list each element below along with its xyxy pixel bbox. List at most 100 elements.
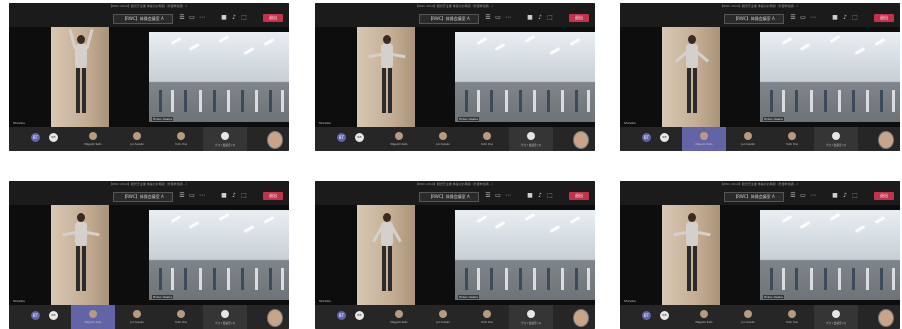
leave-button[interactable]: 退出 — [874, 192, 894, 200]
chat-icon[interactable]: ▭ — [189, 15, 195, 21]
participant-tile[interactable]: Yumi Ono — [465, 305, 509, 329]
guest-avatar[interactable]: RB — [355, 311, 364, 320]
participant-tile[interactable]: ゲスト会議室 (1) — [509, 127, 553, 151]
participant-tile[interactable]: Megumi Sato — [682, 305, 726, 329]
more-icon[interactable]: ⋯ — [199, 15, 205, 21]
participant-tile[interactable]: ゲスト会議室 (1) — [203, 127, 247, 151]
room-name-label: Hideo Osaka — [458, 117, 479, 121]
participant-tile[interactable]: Megumi Sato — [682, 127, 726, 151]
meeting-name-box[interactable]: 【RWC】体操会議室 A — [113, 14, 173, 24]
camera-icon[interactable]: ■ — [832, 15, 838, 21]
leave-button[interactable]: 退出 — [569, 14, 589, 22]
camera-icon[interactable]: ■ — [221, 15, 227, 21]
participant-tile[interactable]: ゲスト会議室 (1) — [814, 305, 858, 329]
avatar — [89, 132, 97, 140]
self-avatar[interactable]: BT — [642, 133, 651, 142]
self-avatar[interactable]: BT — [337, 133, 346, 142]
meeting-name-box[interactable]: 【RWC】体操会議室 A — [419, 14, 479, 24]
avatar — [133, 310, 141, 318]
participant-tile[interactable]: Yumi Ono — [770, 127, 814, 151]
participant-tile[interactable]: Megumi Sato — [71, 127, 115, 151]
guest-avatar[interactable]: RB — [49, 133, 58, 142]
self-avatar[interactable]: BT — [31, 133, 40, 142]
more-icon[interactable]: ⋯ — [810, 15, 816, 21]
self-video-thumbnail[interactable] — [267, 131, 283, 149]
camera-icon[interactable]: ■ — [832, 193, 838, 199]
people-icon[interactable]: ☰ — [790, 15, 796, 21]
participant-name: ゲスト会議室 (1) — [214, 322, 236, 325]
share-icon[interactable]: ⬚ — [547, 193, 553, 199]
meeting-name-box[interactable]: 【RWC】体操会議室 A — [419, 192, 479, 202]
participant-tile[interactable]: Jun Suzuki — [726, 305, 770, 329]
camera-icon[interactable]: ■ — [527, 193, 533, 199]
participant-tile[interactable]: Megumi Sato — [377, 127, 421, 151]
participant-tile[interactable]: Jun Suzuki — [726, 127, 770, 151]
chat-icon[interactable]: ▭ — [800, 193, 806, 199]
participant-tile[interactable]: Jun Suzuki — [421, 127, 465, 151]
guest-avatar[interactable]: RB — [49, 311, 58, 320]
leave-button[interactable]: 退出 — [874, 14, 894, 22]
mic-icon[interactable]: ♪ — [842, 193, 848, 199]
mic-icon[interactable]: ♪ — [231, 193, 237, 199]
people-icon[interactable]: ☰ — [790, 193, 796, 199]
mic-icon[interactable]: ♪ — [231, 15, 237, 21]
meeting-name-box[interactable]: 【RWC】体操会議室 A — [113, 192, 173, 202]
people-icon[interactable]: ☰ — [179, 193, 185, 199]
avatar — [483, 310, 491, 318]
leave-button[interactable]: 退出 — [263, 14, 283, 22]
self-video-thumbnail[interactable] — [878, 309, 894, 327]
camera-icon[interactable]: ■ — [527, 15, 533, 21]
participant-tile[interactable]: Yumi Ono — [465, 127, 509, 151]
mic-icon[interactable]: ♪ — [537, 15, 543, 21]
people-icon[interactable]: ☰ — [485, 193, 491, 199]
participant-tile[interactable]: Megumi Sato — [71, 305, 115, 329]
mic-icon[interactable]: ♪ — [842, 15, 848, 21]
more-icon[interactable]: ⋯ — [505, 193, 511, 199]
participant-tile[interactable]: Jun Suzuki — [115, 127, 159, 151]
leave-button[interactable]: 退出 — [263, 192, 283, 200]
meeting-screenshot: 【RWC 2019】観光庁主催 体操のお時間（外部参加者…） 【RWC】体操会議… — [620, 3, 900, 151]
participant-tile[interactable]: ゲスト会議室 (1) — [814, 127, 858, 151]
share-icon[interactable]: ⬚ — [852, 193, 858, 199]
participant-tile[interactable]: Yumi Ono — [770, 305, 814, 329]
share-icon[interactable]: ⬚ — [241, 15, 247, 21]
participant-tile[interactable]: Jun Suzuki — [421, 305, 465, 329]
chat-icon[interactable]: ▭ — [189, 193, 195, 199]
participant-tile[interactable]: Yumi Ono — [159, 305, 203, 329]
self-avatar[interactable]: BT — [337, 311, 346, 320]
self-avatar[interactable]: BT — [31, 311, 40, 320]
video-stage: Shinobu Hideo Osaka — [315, 205, 595, 305]
share-icon[interactable]: ⬚ — [241, 193, 247, 199]
chat-icon[interactable]: ▭ — [495, 15, 501, 21]
leave-button[interactable]: 退出 — [569, 192, 589, 200]
more-icon[interactable]: ⋯ — [810, 193, 816, 199]
meeting-name-box[interactable]: 【RWC】体操会議室 A — [724, 14, 784, 24]
people-icon[interactable]: ☰ — [179, 15, 185, 21]
participant-tile[interactable]: Jun Suzuki — [115, 305, 159, 329]
meeting-toolbar: 【RWC 2019】観光庁主催 体操のお時間（外部参加者…） 【RWC】体操会議… — [315, 181, 595, 205]
mic-icon[interactable]: ♪ — [537, 193, 543, 199]
chat-icon[interactable]: ▭ — [495, 193, 501, 199]
guest-avatar[interactable]: RB — [660, 311, 669, 320]
participant-tile[interactable]: Yumi Ono — [159, 127, 203, 151]
participant-tile[interactable]: Megumi Sato — [377, 305, 421, 329]
self-avatar[interactable]: BT — [642, 311, 651, 320]
guest-avatar[interactable]: RB — [355, 133, 364, 142]
more-icon[interactable]: ⋯ — [505, 15, 511, 21]
more-icon[interactable]: ⋯ — [199, 193, 205, 199]
people-icon[interactable]: ☰ — [485, 15, 491, 21]
meeting-screenshot: 【RWC 2019】観光庁主催 体操のお時間（外部参加者…） 【RWC】体操会議… — [9, 3, 289, 151]
self-video-thumbnail[interactable] — [573, 131, 589, 149]
meeting-name-box[interactable]: 【RWC】体操会議室 A — [724, 192, 784, 202]
participant-name: ゲスト会議室 (1) — [825, 144, 847, 147]
camera-icon[interactable]: ■ — [221, 193, 227, 199]
share-icon[interactable]: ⬚ — [852, 15, 858, 21]
participant-tile[interactable]: ゲスト会議室 (1) — [509, 305, 553, 329]
chat-icon[interactable]: ▭ — [800, 15, 806, 21]
self-video-thumbnail[interactable] — [878, 131, 894, 149]
guest-avatar[interactable]: RB — [660, 133, 669, 142]
self-video-thumbnail[interactable] — [573, 309, 589, 327]
self-video-thumbnail[interactable] — [267, 309, 283, 327]
participant-tile[interactable]: ゲスト会議室 (1) — [203, 305, 247, 329]
share-icon[interactable]: ⬚ — [547, 15, 553, 21]
